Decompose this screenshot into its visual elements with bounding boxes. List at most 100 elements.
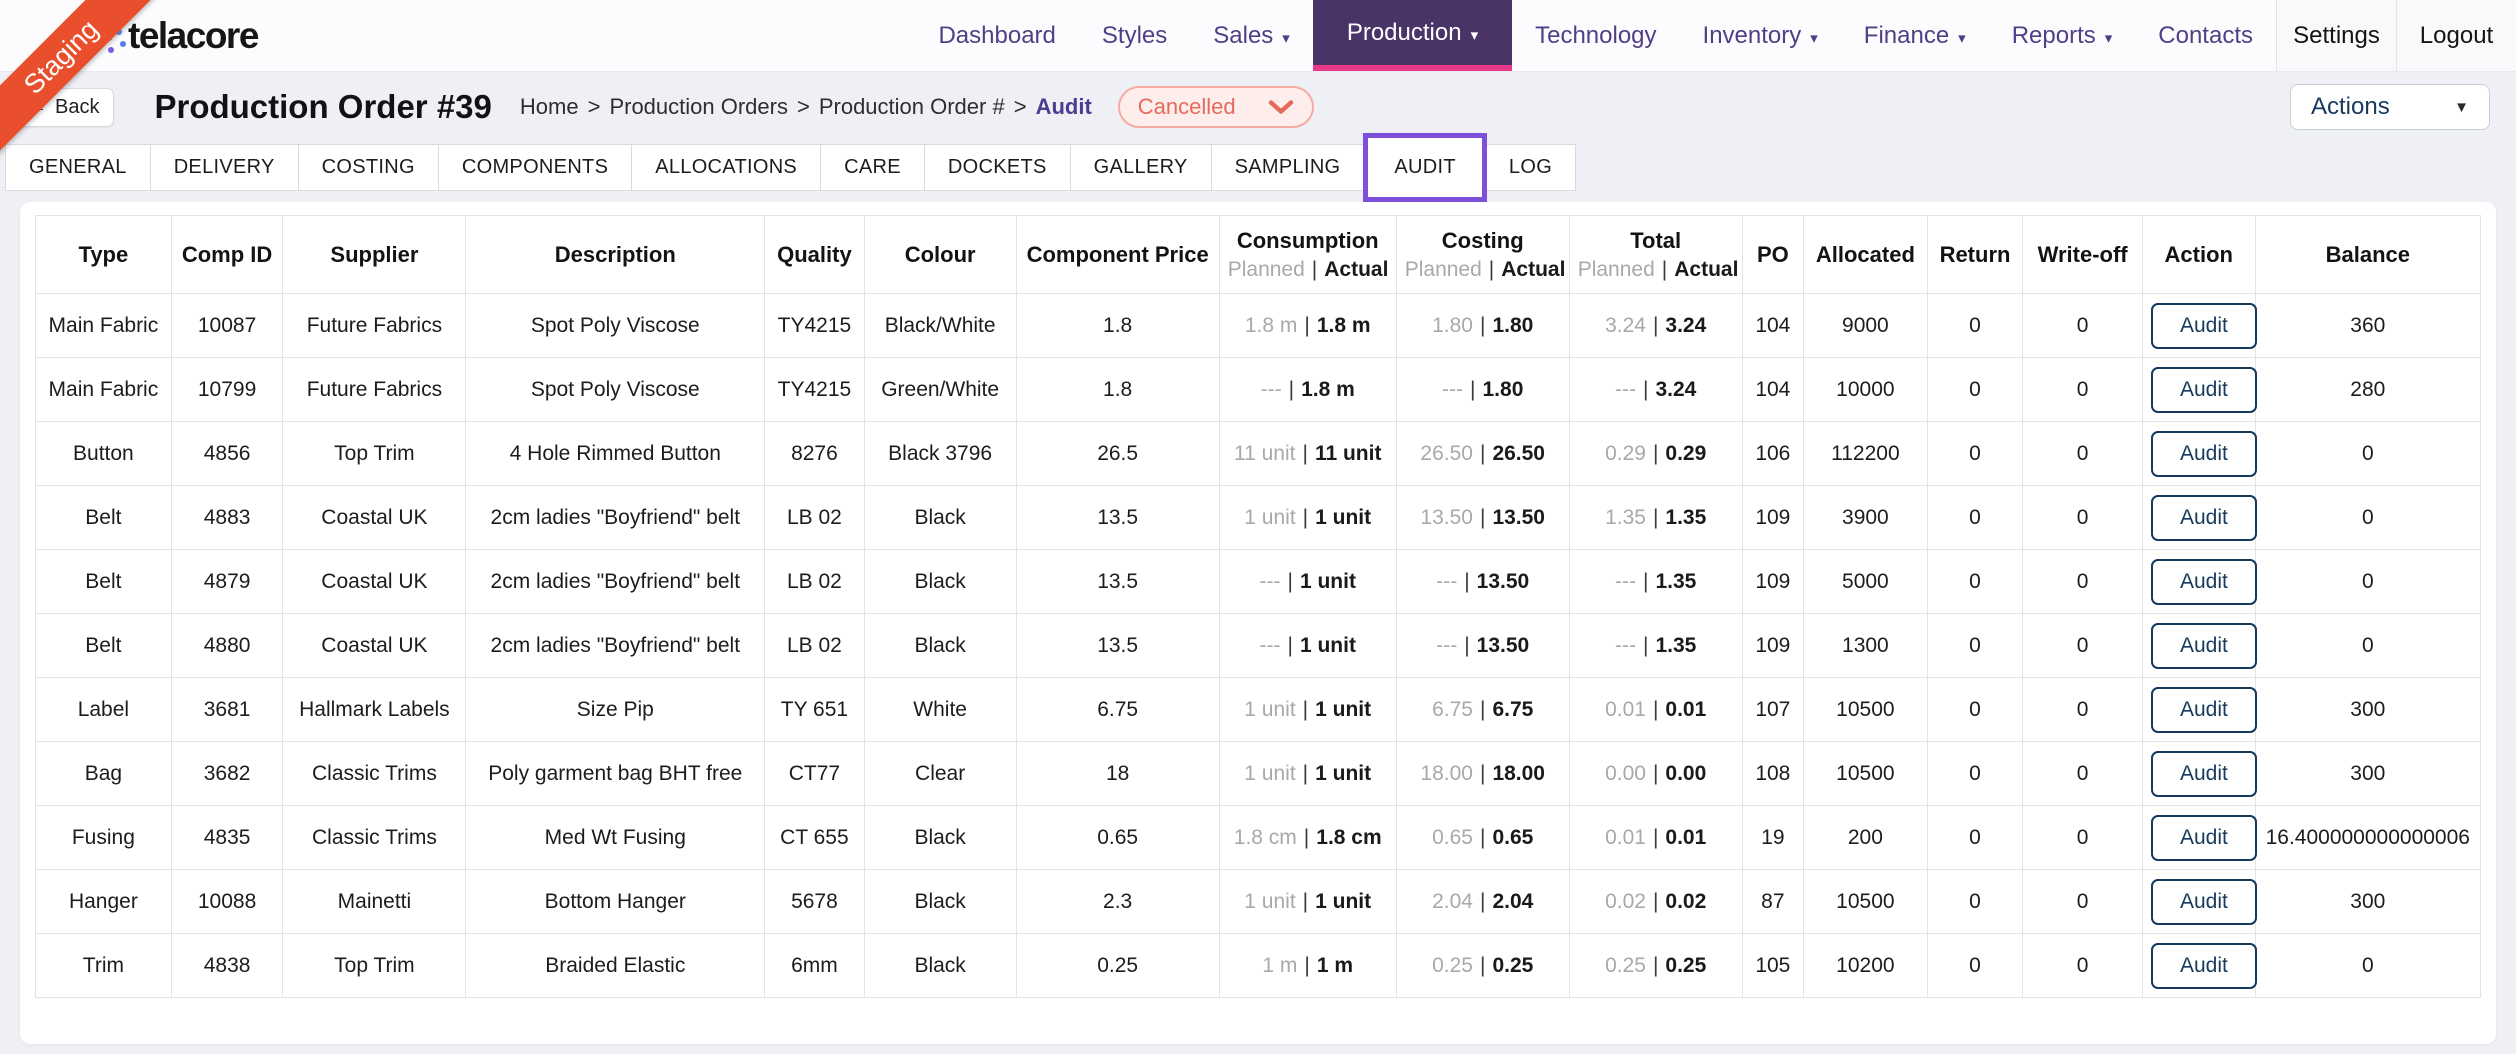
tab-allocations[interactable]: ALLOCATIONS — [632, 143, 822, 191]
total-actual: 0.25 — [1665, 953, 1707, 977]
cell-colour: Black/White — [863, 293, 1017, 358]
audit-button[interactable]: Audit — [2150, 494, 2257, 541]
chevron-down-icon: ▼ — [2454, 98, 2469, 116]
tab-delivery[interactable]: DELIVERY — [150, 143, 299, 191]
nav-item-inventory[interactable]: Inventory ▾ — [1680, 0, 1841, 71]
cell-component-price: 1.8 — [1015, 357, 1220, 422]
cell-return: 0 — [1926, 677, 2024, 742]
nav-item-technology[interactable]: Technology — [1512, 0, 1679, 71]
cell-action: Audit — [2141, 549, 2257, 614]
tab-dockets[interactable]: DOCKETS — [924, 143, 1071, 191]
cell-writeoff: 0 — [2022, 293, 2143, 358]
cell-comp-id: 3681 — [170, 677, 284, 742]
cell-writeoff: 0 — [2022, 805, 2143, 870]
nav-item-finance[interactable]: Finance ▾ — [1841, 0, 1989, 71]
cell-type: Bag — [35, 741, 172, 806]
cell-component-price: 0.25 — [1015, 933, 1220, 998]
cell-costing: 26.50 | 26.50 — [1395, 421, 1570, 486]
audit-button[interactable]: Audit — [2150, 942, 2257, 989]
column-title: Action — [2164, 241, 2233, 267]
chevron-down-icon: ▾ — [2104, 29, 2113, 47]
tab-components[interactable]: COMPONENTS — [438, 143, 633, 191]
status-dropdown[interactable]: Cancelled — [1117, 86, 1314, 128]
consumption-actual: 1.8 m — [1316, 313, 1371, 337]
nav-item-styles[interactable]: Styles — [1079, 0, 1190, 71]
audit-button[interactable]: Audit — [2150, 814, 2257, 861]
cell-comp-id: 4838 — [170, 933, 284, 998]
costing-actual: 1.80 — [1492, 313, 1534, 337]
nav-item-settings[interactable]: Settings — [2276, 0, 2396, 71]
nav-item-label: Technology — [1535, 21, 1657, 49]
cell-consumption: 1 unit | 1 unit — [1218, 741, 1397, 806]
cell-consumption: 1 m | 1 m — [1218, 933, 1397, 998]
consumption-actual: 1 unit — [1315, 697, 1372, 721]
cell-colour: Black — [863, 805, 1017, 870]
audit-button[interactable]: Audit — [2150, 302, 2257, 349]
audit-button[interactable]: Audit — [2150, 878, 2257, 925]
cell-writeoff: 0 — [2022, 485, 2143, 550]
column-header-colour: Colour — [863, 215, 1017, 294]
cell-action: Audit — [2141, 869, 2257, 934]
planned-actual-subheader: Planned | Actual — [1577, 257, 1739, 281]
cell-colour: Black — [863, 869, 1017, 934]
tab-audit[interactable]: AUDIT — [1363, 132, 1487, 202]
audit-button[interactable]: Audit — [2150, 686, 2257, 733]
cell-action: Audit — [2141, 485, 2257, 550]
breadcrumb-item[interactable]: Production Order # — [819, 94, 1005, 120]
cell-total: 0.00 | 0.00 — [1568, 741, 1743, 806]
column-header-po: PO — [1741, 215, 1805, 294]
tab-care[interactable]: CARE — [821, 143, 925, 191]
cell-writeoff: 0 — [2022, 741, 2143, 806]
tab-bar: GENERAL DELIVERY COSTING COMPONENTS ALLOCATI… — [0, 132, 2516, 202]
cell-balance: 0 — [2254, 421, 2482, 486]
cell-costing: --- | 13.50 — [1395, 549, 1570, 614]
cell-colour: Black — [863, 613, 1017, 678]
actions-dropdown[interactable]: Actions ▼ — [2290, 84, 2490, 130]
nav-item-contacts[interactable]: Contacts — [2135, 0, 2276, 71]
breadcrumb-item[interactable]: Production Orders — [609, 94, 788, 120]
cell-description: Spot Poly Viscose — [465, 293, 766, 358]
cell-balance: 0 — [2254, 549, 2482, 614]
tab-log[interactable]: LOG — [1485, 143, 1577, 191]
audit-button[interactable]: Audit — [2150, 750, 2257, 797]
column-header-description: Description — [465, 215, 766, 294]
costing-actual: 13.50 — [1476, 633, 1530, 657]
cell-supplier: Hallmark Labels — [282, 677, 467, 742]
tab-gallery[interactable]: GALLERY — [1070, 143, 1212, 191]
costing-planned: 26.50 — [1420, 441, 1473, 465]
cell-costing: --- | 13.50 — [1395, 613, 1570, 678]
audit-table-card: Type Comp ID Supplier Description Quality Col… — [20, 202, 2496, 1044]
total-actual: 1.35 — [1665, 505, 1707, 529]
column-title: Return — [1939, 241, 2011, 267]
nav-item-logout[interactable]: Logout — [2396, 0, 2516, 71]
nav-item-dashboard[interactable]: Dashboard — [915, 0, 1078, 71]
cell-supplier: Mainetti — [282, 869, 467, 934]
tab-costing[interactable]: COSTING — [298, 143, 439, 191]
tab-sampling[interactable]: SAMPLING — [1211, 143, 1365, 191]
tab-general[interactable]: GENERAL — [5, 143, 151, 191]
planned-actual-subheader: Planned | Actual — [1404, 257, 1566, 281]
audit-button[interactable]: Audit — [2150, 558, 2257, 605]
consumption-planned: 1.8 cm — [1233, 825, 1297, 849]
breadcrumb-item[interactable]: Home — [520, 94, 579, 120]
total-actual: 0.02 — [1665, 889, 1707, 913]
table-row: Bag 3682 Classic Trims Poly garment bag … — [35, 741, 2482, 806]
cell-action: Audit — [2141, 805, 2257, 870]
nav-item-production[interactable]: Production ▾ — [1312, 0, 1513, 71]
nav-item-label: Dashboard — [938, 21, 1056, 49]
cell-writeoff: 0 — [2022, 613, 2143, 678]
costing-planned: 13.50 — [1420, 505, 1473, 529]
cell-total: 0.29 | 0.29 — [1568, 421, 1743, 486]
settings-label: Settings — [2293, 21, 2380, 49]
audit-button[interactable]: Audit — [2150, 366, 2257, 413]
cell-component-price: 1.8 — [1015, 293, 1220, 358]
audit-button[interactable]: Audit — [2150, 430, 2257, 477]
breadcrumb-separator: > — [1013, 94, 1027, 119]
audit-button[interactable]: Audit — [2150, 622, 2257, 669]
cell-component-price: 6.75 — [1015, 677, 1220, 742]
nav-item-sales[interactable]: Sales ▾ — [1190, 0, 1313, 71]
page-title: Production Order #39 — [154, 88, 492, 125]
nav-item-reports[interactable]: Reports ▾ — [1989, 0, 2136, 71]
column-header-component-price: Component Price — [1015, 215, 1220, 294]
total-planned: 1.35 — [1605, 505, 1646, 529]
